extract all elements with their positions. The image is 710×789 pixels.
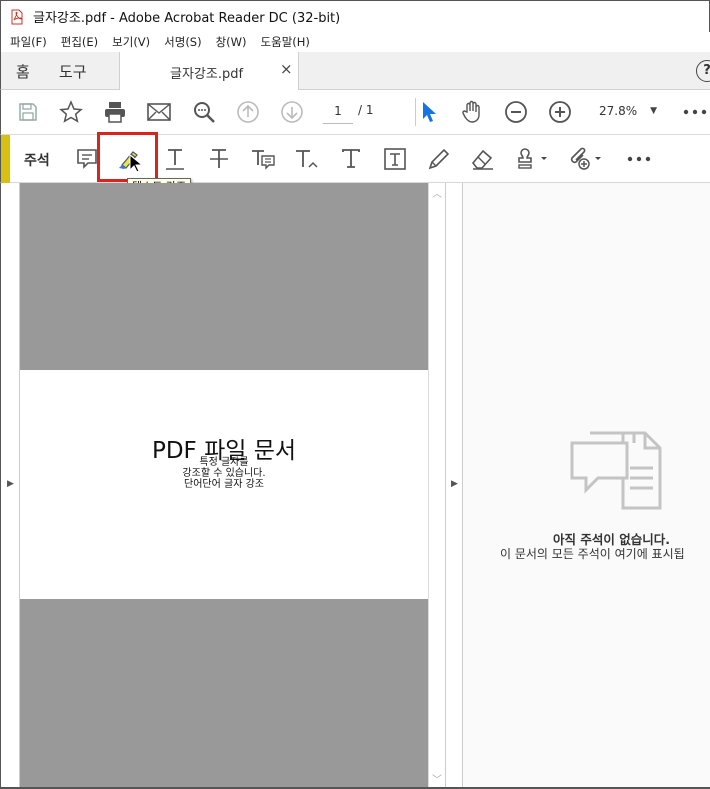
tab-tools[interactable]: 도구 [59,61,87,82]
select-cursor-icon[interactable] [415,99,441,125]
page-total: / 1 [358,103,374,117]
page-up-icon[interactable] [235,99,261,125]
save-icon[interactable] [15,99,41,125]
eraser-icon[interactable] [469,145,497,173]
pdf-page: PDF 파일 문서 특정 글자를 강조할 수 있습니다. 단어단어 글자 강조 [20,370,428,599]
more-icon[interactable] [682,99,708,125]
strikethrough-text-icon[interactable] [205,145,233,173]
tab-bar: 홈 도구 글자강조.pdf × ? [0,52,710,90]
page-down-icon[interactable] [279,99,305,125]
window-title: 글자강조.pdf - Adobe Acrobat Reader DC (32-b… [33,11,341,26]
pencil-icon[interactable] [425,145,453,173]
comment-toolbar-label: 주석 [24,153,50,169]
insert-text-icon[interactable] [293,145,321,173]
menu-window[interactable]: 창(W) [216,34,247,50]
mouse-cursor-icon [129,154,143,173]
main-toolbar: 1 / 1 27.8% ▼ [0,90,710,135]
page-number-input[interactable]: 1 [323,100,353,124]
search-zoom-icon[interactable] [191,99,217,125]
star-icon[interactable] [58,99,84,125]
vertical-scrollbar[interactable]: ︿ ﹀ [428,183,445,789]
left-panel-toggle[interactable]: ▶ [0,183,20,789]
mail-icon[interactable] [146,99,172,125]
hand-icon[interactable] [459,99,485,125]
page-line-3: 단어단어 글자 강조 [184,479,264,490]
zoom-value: 27.8% [599,104,638,118]
scroll-up-icon[interactable]: ︿ [432,185,442,200]
right-panel-toggle[interactable]: ▶ [445,183,463,789]
scroll-down-icon[interactable]: ﹀ [432,771,442,786]
zoom-out-icon[interactable] [503,99,529,125]
print-icon[interactable] [102,99,128,125]
title-bar: 글자강조.pdf - Adobe Acrobat Reader DC (32-b… [0,0,710,32]
document-viewport[interactable]: PDF 파일 문서 특정 글자를 강조할 수 있습니다. 단어단어 글자 강조 [20,183,428,789]
menu-bar: 파일(F) 편집(E) 보기(V) 서명(S) 창(W) 도움말(H) [0,32,710,52]
tab-home[interactable]: 홈 [16,61,30,82]
replace-text-icon[interactable] [249,145,277,173]
page-line-1: 특정 글자를 [199,457,249,468]
tab-document[interactable]: 글자강조.pdf × [119,52,299,90]
zoom-select[interactable]: 27.8% ▼ [591,100,663,124]
comments-panel: 아직 주석이 없습니다. 이 문서의 모든 주석이 여기에 표시됩 [463,183,710,789]
attach-file-icon[interactable] [567,145,605,173]
menu-view[interactable]: 보기(V) [112,34,150,50]
menu-edit[interactable]: 편집(E) [61,34,98,50]
pdf-file-icon [11,9,23,24]
menu-file[interactable]: 파일(F) [10,34,47,50]
menu-help[interactable]: 도움말(H) [261,34,310,50]
page-line-2: 강조할 수 있습니다. [182,468,266,479]
comments-empty-subtitle: 이 문서의 모든 주석이 여기에 표시됩 [500,547,685,561]
text-box-icon[interactable] [381,145,409,173]
chevron-down-icon: ▼ [650,106,657,116]
close-tab-icon[interactable]: × [280,60,293,78]
underline-text-icon[interactable] [161,145,189,173]
selection-highlight-frame [97,132,158,182]
add-text-icon[interactable] [337,145,365,173]
tab-document-label: 글자강조.pdf [170,67,244,82]
chevron-right-icon: ▶ [451,479,458,489]
comment-toolbar-accent [1,135,10,183]
help-icon[interactable]: ? [696,60,710,82]
comments-empty-icon [570,431,662,510]
stamp-icon[interactable] [515,145,551,173]
chevron-right-icon: ▶ [7,479,14,489]
menu-sign[interactable]: 서명(S) [164,34,201,50]
zoom-in-icon[interactable] [547,99,573,125]
more-comment-tools-icon[interactable] [625,145,653,173]
